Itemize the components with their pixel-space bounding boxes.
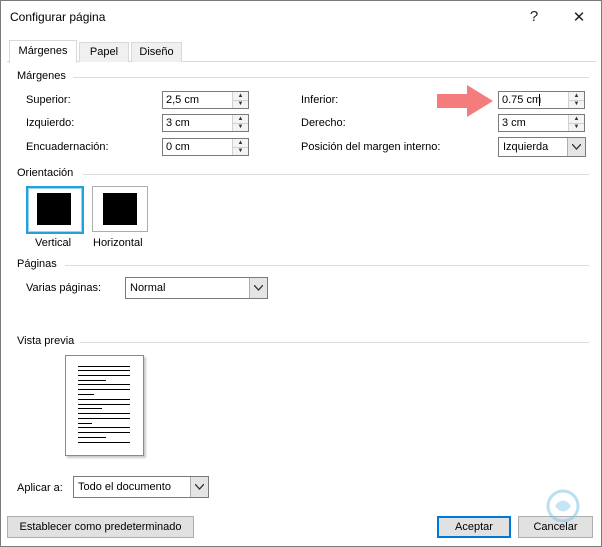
izquierdo-spinbox[interactable]: 3 cm ▲ ▼ [162,114,249,132]
spin-down-icon[interactable]: ▼ [569,100,584,108]
preview-text-line [78,413,130,414]
tab-label: Márgenes [18,45,68,57]
multiple-pages-label: Varias páginas: [26,282,102,294]
preview-text-line [78,423,92,424]
spin-down-icon[interactable]: ▼ [233,147,248,155]
spin-down-icon[interactable]: ▼ [233,100,248,108]
preview-section-label: Vista previa [17,335,75,347]
superior-label: Superior: [26,94,71,106]
annotation-arrow-icon [437,85,493,117]
help-icon[interactable]: ? [524,8,544,25]
chevron-down-icon [254,285,263,291]
superior-spinbox[interactable]: 2,5 cm ▲ ▼ [162,91,249,109]
preview-text-line [78,375,130,376]
preview-text-line [78,384,130,385]
posicion-select[interactable]: Izquierda [498,137,586,157]
preview-text-line [78,389,130,390]
preview-text-line [78,366,130,367]
apply-to-select[interactable]: Todo el documento [73,476,209,498]
encuadernacion-value: 0 cm [166,141,190,153]
derecho-value: 3 cm [502,117,526,129]
spin-down-icon[interactable]: ▼ [233,123,248,131]
preview-text-line [78,418,130,419]
tab-margenes[interactable]: Márgenes [9,40,77,63]
orientation-vertical-label: Vertical [35,237,72,249]
preview-text-line [78,380,106,381]
orientation-vertical-button[interactable] [26,186,84,234]
orientation-horizontal-button[interactable] [92,186,148,232]
dropdown-button[interactable] [567,138,585,156]
tab-label: Papel [89,46,119,58]
tab-papel[interactable]: Papel [79,42,129,62]
chevron-down-icon [572,144,581,150]
preview-text-line [78,399,130,400]
dialog-title: Configurar página [10,10,106,24]
apply-to-value: Todo el documento [78,481,171,493]
close-icon[interactable]: ✕ [569,8,589,26]
page-setup-dialog: Configurar página ? ✕ Márgenes Papel Dis… [0,0,602,547]
preview-text-line [78,442,130,443]
watermark-logo-icon [546,489,580,523]
preview-text-line [78,437,106,438]
margins-divider [73,77,589,78]
orientation-horizontal-label: Horizontal [93,237,143,249]
dropdown-button[interactable] [249,278,267,298]
apply-to-label: Aplicar a: [17,482,63,494]
spin-down-icon[interactable]: ▼ [569,123,584,131]
set-default-button[interactable]: Establecer como predeterminado [7,516,194,538]
preview-text-line [78,427,130,428]
superior-value: 2,5 cm [166,94,200,106]
encuadernacion-spinbox[interactable]: 0 cm ▲ ▼ [162,138,249,156]
derecho-label: Derecho: [301,117,346,129]
orientation-divider [83,174,589,175]
derecho-spinbox[interactable]: 3 cm ▲ ▼ [498,114,585,132]
margins-section-label: Márgenes [17,70,66,82]
tab-label: Diseño [139,46,174,58]
posicion-value: Izquierda [503,141,549,153]
tab-diseno[interactable]: Diseño [131,42,182,62]
preview-text-line [78,370,130,371]
landscape-page-icon [103,193,137,225]
preview-text-line [78,432,130,433]
preview-divider [80,342,589,343]
inferior-label: Inferior: [301,94,339,106]
inferior-value: 0.75 cm [502,94,542,106]
ok-button[interactable]: Aceptar [437,516,511,538]
multiple-pages-select[interactable]: Normal [125,277,268,299]
orientation-section-label: Orientación [17,167,74,179]
posicion-label: Posición del margen interno: [301,141,441,153]
preview-text-line [78,408,102,409]
inferior-spinbox[interactable]: 0.75 cm ▲ ▼ [498,91,585,109]
pages-divider [65,265,589,266]
encuadernacion-label: Encuadernación: [26,141,109,153]
multiple-pages-value: Normal [130,282,166,294]
dropdown-button[interactable] [190,477,208,497]
chevron-down-icon [195,484,204,490]
text-cursor [539,94,540,106]
page-preview [65,355,144,456]
pages-section-label: Páginas [17,258,57,270]
preview-text-line [78,394,94,395]
preview-text-line [78,404,130,405]
izquierdo-value: 3 cm [166,117,190,129]
portrait-page-icon [37,193,71,225]
izquierdo-label: Izquierdo: [26,117,75,129]
